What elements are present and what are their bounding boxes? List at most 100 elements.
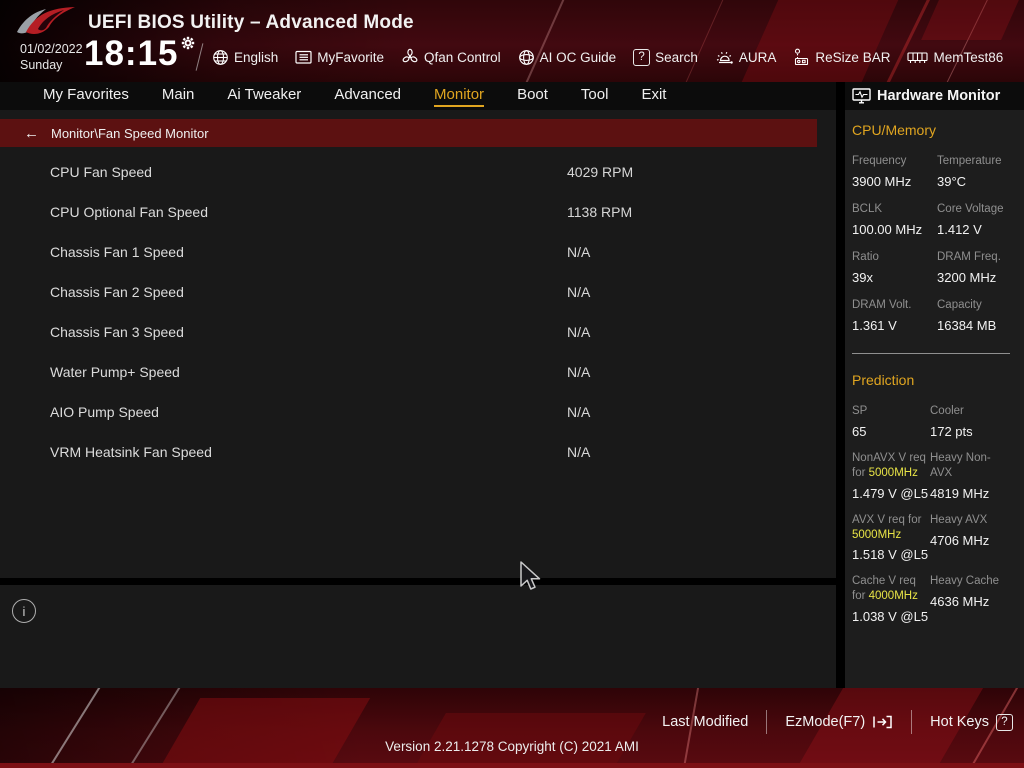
tab-main[interactable]: Main [162, 86, 195, 107]
stat-core-voltage: Core Voltage 1.412 V [937, 202, 1004, 237]
background-texture [921, 0, 1019, 40]
aura-lamp-icon [715, 49, 734, 66]
search-label: Search [655, 49, 698, 65]
time-text: 18:15 [84, 34, 179, 73]
fan-value: 4029 RPM [567, 164, 634, 180]
background-texture [120, 688, 181, 768]
background-texture [41, 688, 101, 768]
list-item[interactable]: CPU Fan Speed 4029 RPM [0, 152, 836, 192]
list-item[interactable]: Chassis Fan 2 Speed N/A [0, 272, 836, 312]
footer-separator [766, 710, 768, 734]
resize-bar-button[interactable]: ReSize BAR [793, 48, 890, 67]
list-item[interactable]: Chassis Fan 1 Speed N/A [0, 232, 836, 272]
time-display[interactable]: 18:15 [84, 34, 194, 74]
rog-logo-icon [16, 4, 76, 40]
stat-avx-vreq: AVX V req for 5000MHz 1.518 V @L5 [852, 513, 929, 563]
prediction-grid: SP 65 Cooler 172 pts NonAVX V req for 50… [852, 404, 1016, 637]
stat-dram-freq: DRAM Freq. 3200 MHz [937, 250, 1001, 285]
resize-bar-label: ReSize BAR [815, 49, 891, 65]
fan-label: Chassis Fan 1 Speed [50, 244, 184, 260]
tab-advanced[interactable]: Advanced [334, 86, 401, 107]
qfan-control-button[interactable]: Qfan Control [401, 48, 501, 66]
breadcrumb[interactable]: ← Monitor\Fan Speed Monitor [0, 119, 817, 147]
fan-label: Chassis Fan 3 Speed [50, 324, 184, 340]
myfavorite-icon [295, 50, 312, 65]
panel-divider [836, 82, 845, 688]
fan-label: Chassis Fan 2 Speed [50, 284, 184, 300]
fan-label: CPU Optional Fan Speed [50, 204, 208, 220]
tab-my-favorites[interactable]: My Favorites [43, 86, 129, 107]
fan-value: N/A [567, 364, 591, 380]
fan-label: VRM Heatsink Fan Speed [50, 444, 212, 460]
main-menu-bar: My Favorites Main Ai Tweaker Advanced Mo… [0, 82, 1024, 110]
memtest-button[interactable]: MemTest86 [907, 50, 1003, 65]
stat-bclk: BCLK 100.00 MHz [852, 202, 923, 237]
back-arrow-icon[interactable]: ← [24, 125, 39, 142]
help-description-area: i [0, 585, 836, 688]
fan-speed-panel: ← Monitor\Fan Speed Monitor CPU Fan Spee… [0, 110, 836, 688]
myfavorite-button[interactable]: MyFavorite [295, 50, 384, 65]
hardware-monitor-title: Hardware Monitor [877, 88, 1001, 104]
tab-monitor[interactable]: Monitor [434, 86, 485, 107]
footer-actions: Last Modified EzMode(F7) Hot Keys ? [662, 710, 1013, 734]
language-label: English [234, 49, 279, 65]
fan-value: N/A [567, 324, 591, 340]
fan-label: CPU Fan Speed [50, 164, 152, 180]
tab-tool[interactable]: Tool [581, 86, 609, 107]
aura-button[interactable]: AURA [715, 49, 776, 66]
gear-icon[interactable] [181, 36, 195, 50]
stat-heavy-cache: Heavy Cache 4636 MHz [930, 575, 1000, 610]
fan-label: AIO Pump Speed [50, 404, 159, 420]
fan-value: N/A [567, 244, 591, 260]
stat-capacity: Capacity 16384 MB [937, 298, 997, 333]
hardware-monitor-header: Hardware Monitor [852, 82, 1000, 110]
question-box-icon: ? [633, 48, 651, 66]
question-box-icon: ? [996, 713, 1013, 731]
highlight-frequency: 5000MHz [852, 528, 902, 541]
stat-temperature: Temperature 39°C [937, 155, 1002, 189]
highlight-frequency: 4000MHz [868, 590, 918, 603]
ai-oc-guide-label: AI OC Guide [539, 49, 617, 65]
list-item[interactable]: CPU Optional Fan Speed 1138 RPM [0, 192, 836, 232]
list-item[interactable]: Water Pump+ Speed N/A [0, 352, 836, 392]
bios-screen: UEFI BIOS Utility – Advanced Mode 01/02/… [0, 0, 1024, 768]
tab-ai-tweaker[interactable]: Ai Tweaker [227, 86, 301, 107]
day-text: Sunday [20, 57, 63, 72]
last-modified-button[interactable]: Last Modified [662, 714, 748, 730]
date-text: 01/02/2022 [20, 42, 83, 56]
stat-heavy-nonavx: Heavy Non-AVX 4819 MHz [930, 451, 991, 501]
date-display[interactable]: 01/02/2022 Sunday [20, 42, 83, 73]
list-item[interactable]: VRM Heatsink Fan Speed N/A [0, 432, 836, 472]
language-button[interactable]: English [212, 49, 278, 66]
tab-exit[interactable]: Exit [641, 86, 666, 107]
ezmode-exit-icon [872, 714, 893, 730]
section-title-prediction: Prediction [852, 371, 915, 388]
fan-value: 1138 RPM [567, 204, 633, 220]
list-item[interactable]: AIO Pump Speed N/A [0, 392, 836, 432]
tab-boot[interactable]: Boot [517, 86, 548, 107]
fan-speed-list: CPU Fan Speed 4029 RPM CPU Optional Fan … [0, 152, 836, 472]
cpu-memory-grid: Frequency 3900 MHz Temperature 39°C BCLK… [852, 154, 1016, 346]
stat-ratio: Ratio 39x [852, 250, 879, 285]
hot-keys-button[interactable]: Hot Keys ? [930, 713, 1013, 731]
memtest-label: MemTest86 [933, 49, 1004, 65]
version-text: Version 2.21.1278 Copyright (C) 2021 AMI [385, 739, 639, 754]
header-divider [195, 43, 204, 71]
quick-access-bar: English MyFavorite Qfan Control AI OC Gu… [212, 40, 1003, 74]
ai-oc-guide-button[interactable]: AI OC Guide [518, 49, 617, 66]
help-divider [0, 578, 836, 585]
section-title-cpu-memory: CPU/Memory [852, 122, 937, 138]
search-button[interactable]: ? Search [633, 48, 698, 66]
fan-value: N/A [567, 284, 591, 300]
monitor-display-icon [852, 87, 871, 105]
fan-value: N/A [567, 404, 591, 420]
stat-cooler: Cooler 172 pts [930, 404, 973, 439]
list-item[interactable]: Chassis Fan 3 Speed N/A [0, 312, 836, 352]
ezmode-button[interactable]: EzMode(F7) [785, 714, 893, 730]
breadcrumb-text: Monitor\Fan Speed Monitor [51, 125, 209, 141]
footer-accent-strip [0, 763, 1024, 768]
mouse-cursor [519, 561, 543, 591]
hardware-monitor-panel: CPU/Memory Frequency 3900 MHz Temperatur… [845, 110, 1024, 688]
stat-sp: SP 65 [852, 404, 868, 439]
highlight-frequency: 5000MHz [868, 466, 918, 479]
